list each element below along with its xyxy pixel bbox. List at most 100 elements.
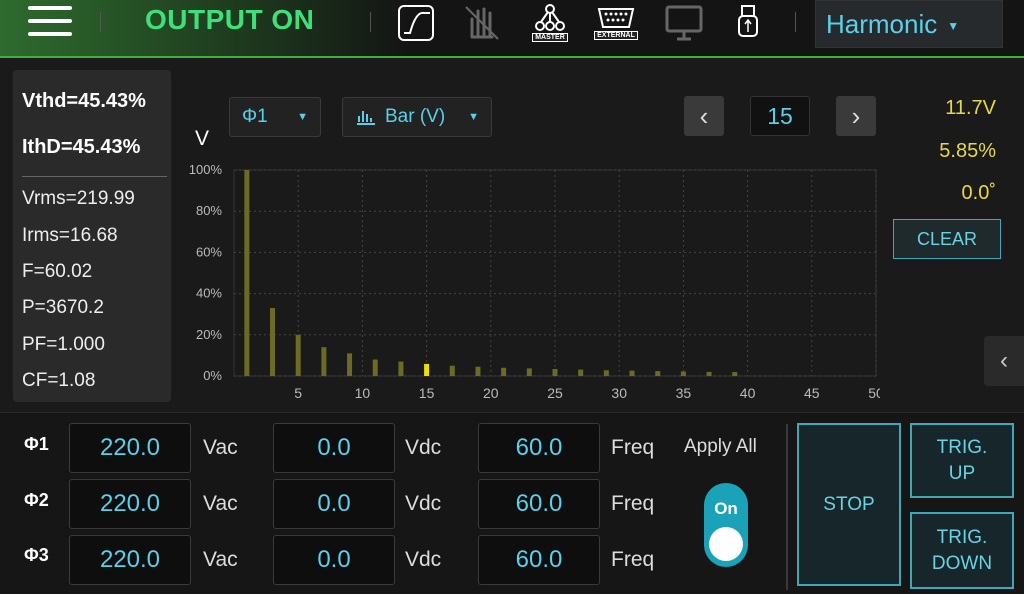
top-bar: OUTPUT ON MASTER EXTERNAL Harmonic ▼ [0,0,1024,58]
x-tick-label: 35 [676,385,692,401]
harmonic-bar [398,361,404,376]
mode-dropdown[interactable]: Harmonic ▼ [815,0,1003,48]
prev-harmonic-button[interactable]: ‹ [684,96,724,136]
harmonic-bar [526,368,532,376]
chevron-down-icon: ▼ [468,111,479,123]
harmonic-number-field[interactable]: 15 [750,96,810,136]
trig-up-button[interactable]: TRIG. UP [910,423,1014,498]
harmonic-bar [270,308,276,376]
chart-unit-label: V [195,127,210,150]
harmonic-bar [321,347,327,376]
phase-label: Φ1 [24,434,49,454]
toggle-state-label: On [714,499,738,518]
clear-button[interactable]: CLEAR [893,219,1001,259]
harmonic-bar [244,170,250,376]
freq-input[interactable]: 60.0 [478,423,600,473]
hamburger-menu-icon[interactable] [28,6,72,36]
power-value: P=3670.2 [22,297,104,318]
harmonic-bar [372,359,378,376]
header-divider [795,12,796,32]
chevron-down-icon: ▼ [297,111,308,123]
header-divider [100,12,101,32]
harmonic-bar [680,371,686,376]
harmonic-bar [475,366,481,376]
harmonic-angle-readout: 0.0˚ [961,182,996,204]
hand-disabled-icon[interactable] [462,2,502,44]
vac-unit-label: Vac [203,436,238,459]
x-tick-label: 10 [355,385,371,401]
y-tick-label: 100% [189,162,223,177]
y-tick-label: 80% [196,203,222,218]
y-tick-label: 0% [203,368,222,383]
monitor-icon[interactable] [664,2,704,44]
external-port-icon[interactable]: EXTERNAL [594,2,638,44]
crest-factor-value: CF=1.08 [22,370,96,391]
vdc-unit-label: Vdc [405,436,442,459]
x-tick-label: 30 [611,385,627,401]
selected-harmonic-bar [424,363,430,376]
view-select-value: Bar (V) [385,106,446,127]
measurement-panel: Vthd=45.43% IthD=45.43% Vrms=219.99 Irms… [13,70,171,402]
x-tick-label: 45 [804,385,820,401]
vdc-input[interactable]: 0.0 [273,423,395,473]
vac-input[interactable]: 220.0 [69,479,191,529]
usb-icon[interactable] [728,2,768,44]
x-tick-label: 40 [740,385,756,401]
vac-input[interactable]: 220.0 [69,423,191,473]
x-tick-label: 20 [483,385,499,401]
trig-down-button[interactable]: TRIG. DOWN [910,512,1014,589]
power-factor-value: PF=1.000 [22,334,105,355]
side-panel-toggle[interactable]: ‹ [984,336,1024,386]
header-divider [370,12,371,32]
y-tick-label: 20% [196,327,222,342]
master-network-icon[interactable]: MASTER [530,2,570,44]
mode-dropdown-value: Harmonic [826,8,938,39]
freq-input[interactable]: 60.0 [478,479,600,529]
harmonic-bar [655,371,661,376]
vac-unit-label: Vac [203,492,238,515]
chevron-right-icon: › [851,100,861,131]
controls-divider [786,424,788,590]
apply-all-label: Apply All [684,436,757,457]
vac-unit-label: Vac [203,548,238,571]
stop-button[interactable]: STOP [797,423,901,586]
frequency-value: F=60.02 [22,261,93,282]
vdc-input[interactable]: 0.0 [273,479,395,529]
freq-unit-label: Freq [611,436,655,459]
y-tick-label: 40% [196,286,222,301]
vac-input[interactable]: 220.0 [69,535,191,585]
vrms-value: Vrms=219.99 [22,188,135,209]
x-tick-label: 25 [547,385,563,401]
chevron-down-icon: ▼ [947,19,960,33]
harmonic-bar [449,365,455,376]
harmonic-bar [603,370,609,376]
freq-input[interactable]: 60.0 [478,535,600,585]
irms-value: Irms=16.68 [22,225,118,246]
harmonic-bar [629,370,635,376]
harmonic-percent-readout: 5.85% [939,140,996,162]
view-select[interactable]: Bar (V) ▼ [342,97,492,137]
phase-select[interactable]: Φ1 ▼ [229,97,321,137]
harmonic-bar [732,372,738,376]
freq-unit-label: Freq [611,492,655,515]
chevron-left-icon: ‹ [1000,347,1008,374]
apply-all-toggle[interactable]: On [704,483,748,567]
stats-divider [22,176,167,177]
vdc-unit-label: Vdc [405,492,442,515]
chevron-left-icon: ‹ [699,100,709,131]
vthd-value: Vthd=45.43% [22,90,146,112]
ithd-value: IthD=45.43% [22,136,141,158]
bar-chart-icon [357,111,375,125]
harmonic-bar [706,371,712,376]
freq-unit-label: Freq [611,548,655,571]
master-caption: MASTER [532,33,568,42]
vdc-unit-label: Vdc [405,548,442,571]
vdc-input[interactable]: 0.0 [273,535,395,585]
waveform-icon[interactable] [396,2,436,44]
phase-label: Φ3 [24,545,49,565]
harmonic-bar [295,334,301,376]
toggle-knob [709,527,743,561]
next-harmonic-button[interactable]: › [836,96,876,136]
y-tick-label: 60% [196,244,222,259]
harmonic-bar-chart: 0% 20% 40% 60% 80% 100% 5 10 15 20 25 30 35 40 45 50 [189,162,880,401]
